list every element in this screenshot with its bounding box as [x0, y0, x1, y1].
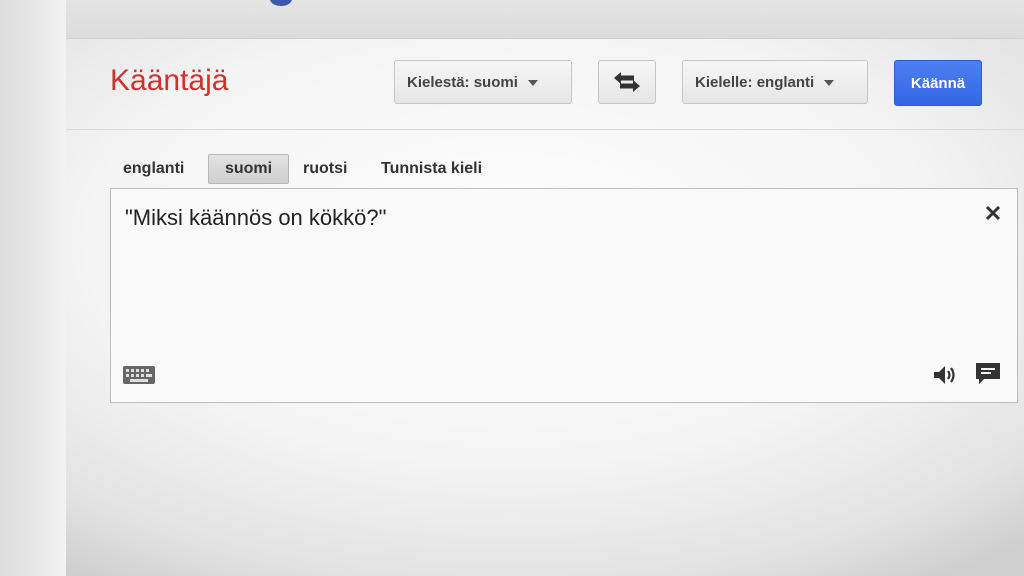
feedback-button[interactable]: [975, 362, 1001, 386]
chevron-down-icon: [824, 80, 835, 86]
swap-languages-button[interactable]: [598, 60, 656, 104]
speaker-icon: [934, 366, 955, 384]
target-language-button[interactable]: Kielelle: englanti: [682, 60, 868, 104]
browser-screen: Kääntäjä Kielestä: suomi Kielelle: engla…: [0, 0, 1024, 576]
listen-button[interactable]: [933, 364, 959, 386]
chevron-down-icon: [527, 80, 538, 86]
source-text-area[interactable]: "Miksi käännös on kökkö?": [110, 188, 1018, 403]
source-language-button[interactable]: Kielestä: suomi: [394, 60, 572, 104]
tab-detect-language[interactable]: Tunnista kieli: [381, 154, 482, 184]
keyboard-button[interactable]: [123, 366, 155, 384]
close-icon: [985, 205, 1001, 221]
keyboard-icon: [123, 366, 155, 384]
translate-button[interactable]: Käännä: [894, 60, 982, 106]
top-bar: [66, 0, 1024, 39]
header-divider: [66, 129, 1024, 130]
clear-button[interactable]: [983, 203, 1003, 223]
source-language-label: Kielestä: suomi: [407, 73, 518, 91]
tab-ruotsi[interactable]: ruotsi: [303, 154, 347, 184]
left-edge: [0, 0, 66, 576]
tab-suomi[interactable]: suomi: [208, 154, 289, 184]
page-title: Kääntäjä: [110, 64, 229, 97]
feedback-icon: [976, 363, 1000, 384]
profile-dot: [270, 0, 292, 6]
tab-englanti[interactable]: englanti: [123, 154, 184, 184]
source-text-value[interactable]: "Miksi käännös on kökkö?": [125, 205, 386, 231]
swap-arrows-icon: [614, 72, 640, 92]
target-language-label: Kielelle: englanti: [695, 73, 815, 91]
